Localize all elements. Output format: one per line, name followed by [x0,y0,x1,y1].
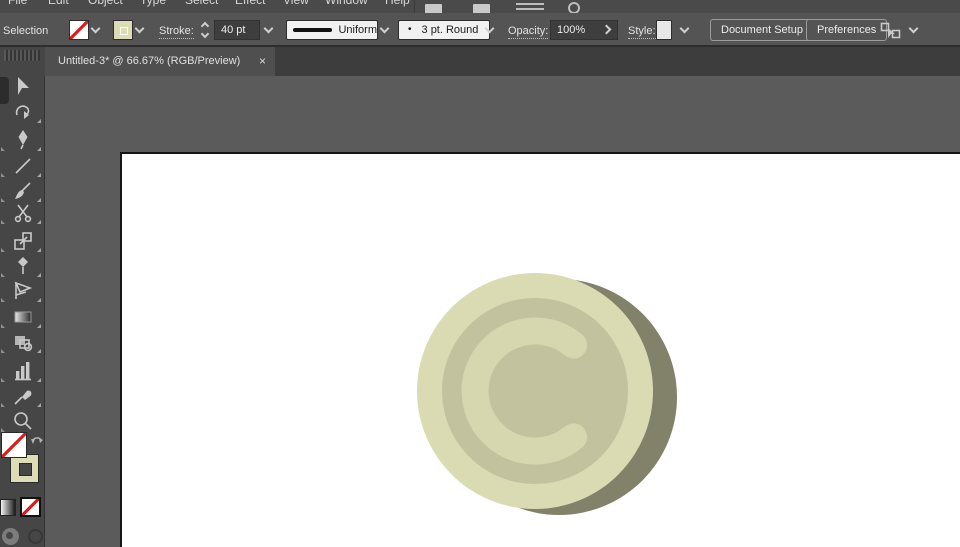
puppet-warp-tool-button[interactable] [0,253,45,279]
scissors-tool-button[interactable] [0,200,45,226]
puppet-warp-tool-icon [18,257,28,274]
coin-artwork[interactable] [45,76,960,547]
bridge-icon[interactable] [425,4,442,13]
graphic-style-swatch[interactable] [656,20,672,40]
stroke-weight-chevron-icon[interactable] [263,23,274,34]
opacity-label[interactable]: Opacity: [508,25,549,39]
gradient-button[interactable] [0,499,16,516]
menu-type[interactable]: Type [140,0,166,7]
menu-select[interactable]: Select [185,0,218,7]
pen-tool-icon [18,130,28,150]
selection-tool-button[interactable] [0,74,45,100]
column-graph-tool-icon [15,362,31,381]
stroke-color-swatch[interactable] [10,454,39,483]
width-profile-value: Uniform [338,24,377,36]
style-chevron-icon[interactable] [679,23,690,34]
fill-swatch[interactable] [69,20,89,40]
stroke-weight-label[interactable]: Stroke: [159,25,194,39]
none-button[interactable] [20,497,41,517]
brush-dot-icon: • [408,24,412,35]
menu-object[interactable]: Object [88,0,123,7]
tools-panel-grip[interactable] [4,50,40,61]
align-options-icon[interactable] [880,22,902,40]
workspace-menu-icon[interactable] [516,3,544,13]
swap-fill-stroke-icon[interactable] [30,433,44,446]
menu-help[interactable]: Help [385,0,410,7]
context-label: Selection [3,25,49,37]
eyedropper-tool-icon [14,390,32,405]
menu-view[interactable]: View [283,0,309,7]
gradient-tool-button[interactable] [0,304,45,330]
align-chevron-icon[interactable] [908,23,919,34]
column-graph-tool-button[interactable] [0,358,45,384]
zoom-tool-icon [14,412,32,430]
main-area [0,76,960,547]
menu-edit[interactable]: Edit [48,0,69,7]
uniform-profile-icon [293,28,333,32]
tools-panel-header[interactable] [0,47,45,76]
stroke-weight-field[interactable]: 40 pt [214,20,260,40]
mesh-tool-button[interactable] [0,278,45,304]
document-tab-title: Untitled-3* @ 66.67% (RGB/Preview) [58,55,241,67]
illustrator-window: File Edit Object Type Select Effect View… [0,0,960,547]
lasso-tool-button[interactable] [0,99,45,125]
stroke-swatch[interactable] [113,20,133,40]
document-tab[interactable]: Untitled-3* @ 66.67% (RGB/Preview) × [45,47,275,76]
control-bar: Selection Stroke: 40 pt Uniform • 3 pt. … [0,13,960,47]
tab-bar: Untitled-3* @ 66.67% (RGB/Preview) × [0,47,960,76]
menu-file[interactable]: File [8,0,27,7]
stroke-chevron-down-icon[interactable] [134,23,145,34]
scale-tool-button[interactable] [0,228,45,254]
mesh-tool-icon [14,281,33,299]
draw-behind-mode-icon[interactable] [28,529,43,544]
tools-panel [0,76,45,547]
scissors-tool-icon [14,204,32,223]
line-segment-tool-button[interactable] [0,153,45,179]
gradient-tool-icon [14,311,32,323]
style-label[interactable]: Style: [628,25,656,39]
pen-tool-button[interactable] [0,127,45,153]
document-setup-button[interactable]: Document Setup [710,19,814,41]
menu-separator [414,0,415,13]
line-segment-tool-icon [15,158,31,174]
zoom-tool-button[interactable] [0,408,45,434]
eyedropper-tool-button[interactable] [0,383,45,409]
shape-builder-tool-button[interactable] [0,329,45,355]
menu-window[interactable]: Window [325,0,368,7]
arrange-documents-icon[interactable] [473,4,490,13]
tab-close-icon[interactable]: × [259,47,266,76]
width-profile-chevron-icon[interactable] [379,23,390,34]
width-profile-select[interactable]: Uniform [286,20,378,40]
canvas[interactable] [45,76,960,547]
lasso-tool-icon [15,105,30,119]
search-help-icon[interactable] [568,2,580,13]
menu-effect[interactable]: Effect [235,0,265,7]
selection-tool-icon [18,77,29,95]
menu-bar: File Edit Object Type Select Effect View… [0,0,960,13]
scale-tool-icon [14,232,32,250]
draw-normal-mode-icon[interactable] [2,528,19,545]
brush-definition-select[interactable]: • 3 pt. Round [398,20,490,40]
stroke-weight-stepper[interactable] [200,21,211,39]
shape-builder-tool-icon [15,336,33,352]
fill-color-swatch[interactable] [1,432,27,458]
fill-chevron-down-icon[interactable] [90,23,101,34]
brush-definition-value: 3 pt. Round [421,24,479,36]
preferences-button[interactable]: Preferences [806,19,888,41]
